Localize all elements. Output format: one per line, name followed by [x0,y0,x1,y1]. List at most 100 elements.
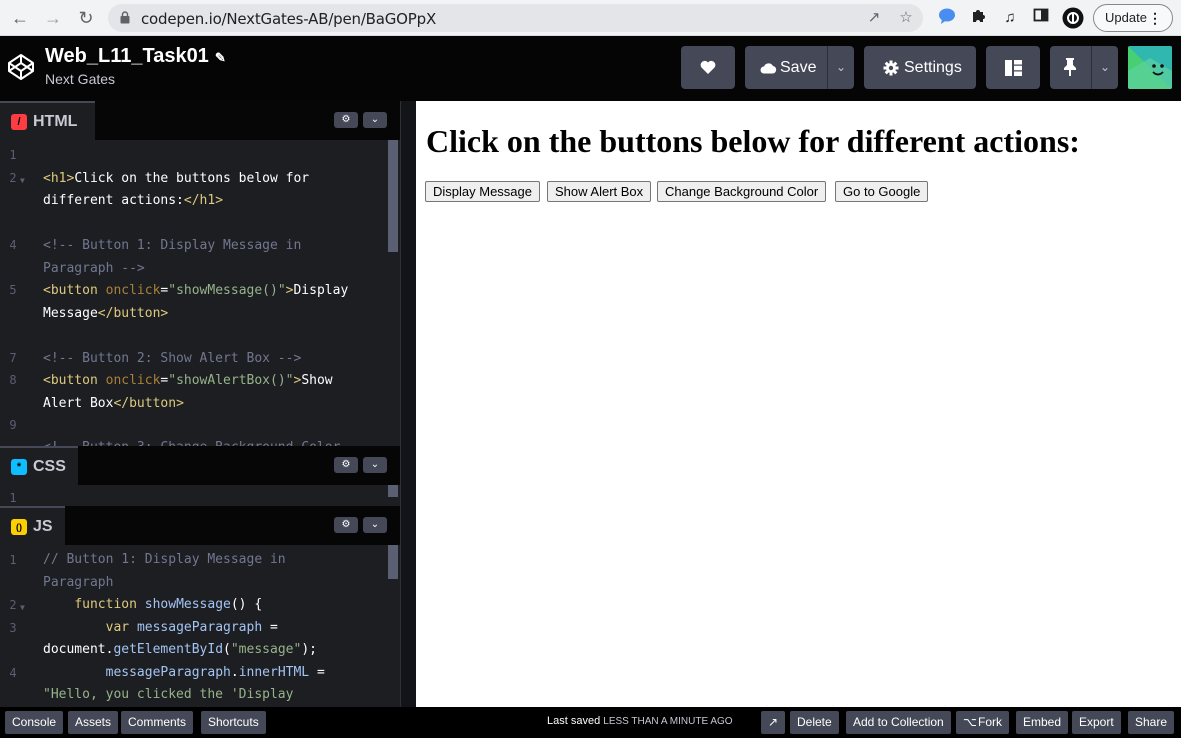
code-line: <!-- Button 3: Change Background Color [43,437,340,446]
css-settings-gear-icon[interactable]: ⚙ [334,457,358,473]
gear-icon [883,60,899,76]
change-background-color-button[interactable]: Change Background Color [657,181,827,202]
tab-html[interactable]: / HTML [0,101,95,140]
love-button[interactable] [681,46,735,89]
line-number: 4 [9,666,17,680]
line-number: 7 [9,351,17,365]
fold-arrow-icon[interactable]: ▼ [20,603,25,612]
js-collapse-chevron-icon[interactable]: ⌄ [363,517,387,533]
js-code-editor[interactable]: 1 2 3 4 ▼ // Button 1: Display Message i… [0,545,400,707]
comments-button[interactable]: Comments [121,711,194,734]
html-badge-icon: / [11,114,27,130]
update-button[interactable]: Update ⋮ [1093,4,1173,32]
css-collapse-chevron-icon[interactable]: ⌄ [363,457,387,473]
code-line: <!-- Button 1: Display Message in [43,238,302,253]
js-scrollbar[interactable] [388,545,398,579]
code-line: "Hello, you clicked the 'Display [43,687,294,702]
js-editor-header: () JS ⚙ ⌄ [0,506,400,545]
codepen-header: Web_L11_Task01 ✎ Next Gates Save ⌄ Settin… [0,36,1181,101]
address-bar[interactable]: codepen.io/NextGates-AB/pen/BaGOPpX ↗ ☆ [108,4,923,32]
reload-icon[interactable]: ↻ [74,7,98,29]
css-tab-label: CSS [33,458,66,475]
save-options-chevron-icon[interactable]: ⌄ [828,46,854,89]
html-code-editor[interactable]: 1 2 4 5 7 8 9 ▼ <h1>Click on the buttons… [0,140,400,446]
save-button[interactable]: Save [745,46,827,89]
html-scrollbar[interactable] [388,140,398,252]
shortcuts-button[interactable]: Shortcuts [201,711,266,734]
code-line: document.getElementById("message"); [43,642,317,657]
open-external-icon[interactable]: ↗ [761,711,785,734]
code-line: function showMessage() { [74,597,263,612]
edit-pencil-icon[interactable]: ✎ [215,50,226,65]
line-number: 9 [9,418,17,432]
delete-button[interactable]: Delete [790,711,839,734]
line-number: 3 [9,621,17,635]
css-editor-header: * CSS ⚙ ⌄ [0,446,400,485]
side-panel-icon[interactable] [1030,7,1052,29]
heart-icon [700,61,716,75]
css-scrollbar[interactable] [388,485,398,497]
cloud-icon [760,63,777,74]
fork-icon: ⌥ [963,715,977,729]
extension-chat-icon[interactable] [936,7,958,29]
browser-toolbar: ← → ↻ codepen.io/NextGates-AB/pen/BaGOPp… [0,0,1181,36]
go-to-google-button[interactable]: Go to Google [835,181,929,202]
last-saved-status: Last saved less than a minute ago [547,715,733,727]
fork-button[interactable]: ⌥ Fork [956,711,1009,734]
avatar-image-icon [1128,46,1172,89]
add-to-collection-button[interactable]: Add to Collection [846,711,951,734]
resize-divider[interactable] [400,101,416,707]
line-number: 1 [9,553,17,567]
extensions-puzzle-icon[interactable] [968,7,990,29]
user-avatar[interactable] [1128,46,1172,89]
code-line: <button onclick="showAlertBox()">Show [43,373,333,388]
html-settings-gear-icon[interactable]: ⚙ [334,112,358,128]
settings-button[interactable]: Settings [864,46,976,89]
pin-button-group: ⌄ [1050,46,1118,89]
html-collapse-chevron-icon[interactable]: ⌄ [363,112,387,128]
html-editor-header: / HTML ⚙ ⌄ [0,101,400,140]
code-line: Alert Box</button> [43,396,184,411]
pen-title[interactable]: Web_L11_Task01 ✎ [45,45,226,68]
codepen-logo-icon[interactable] [6,52,36,82]
change-view-button[interactable] [986,46,1040,89]
code-line: Paragraph --> [43,261,145,276]
share-button[interactable]: Share [1128,711,1175,734]
update-label: Update [1105,10,1147,25]
pen-owner[interactable]: Next Gates [45,71,115,87]
display-message-button[interactable]: Display Message [425,181,540,202]
code-line: <button onclick="showMessage()">Display [43,283,349,298]
show-alert-box-button[interactable]: Show Alert Box [547,181,652,202]
assets-button[interactable]: Assets [68,711,119,734]
media-playlist-icon[interactable]: ♫ [999,7,1021,29]
profile-avatar-icon[interactable] [1062,7,1084,29]
pen-title-text: Web_L11_Task01 [45,45,209,67]
code-line: // Button 1: Display Message in [43,552,286,567]
tab-js[interactable]: () JS [0,506,65,545]
fold-arrow-icon[interactable]: ▼ [20,176,25,185]
editors-panel: / HTML ⚙ ⌄ 1 2 4 5 7 8 9 ▼ <h1>Click on … [0,101,400,707]
pin-icon [1064,58,1076,76]
pin-button[interactable] [1050,46,1091,89]
css-code-editor[interactable]: 1 [0,485,400,506]
line-number: 1 [9,491,17,505]
code-line: messageParagraph.innerHTML = [105,665,325,680]
forward-icon[interactable]: → [41,7,65,29]
codepen-footer: Console Assets Comments Shortcuts Last s… [0,707,1181,738]
pin-options-chevron-icon[interactable]: ⌄ [1092,46,1118,89]
share-icon[interactable]: ↗ [864,8,884,28]
export-button[interactable]: Export [1072,711,1121,734]
more-vertical-icon: ⋮ [1148,10,1162,26]
js-settings-gear-icon[interactable]: ⚙ [334,517,358,533]
css-badge-icon: * [11,459,27,475]
save-button-group: Save ⌄ [745,46,854,89]
code-line: Message</button> [43,306,169,321]
embed-button[interactable]: Embed [1016,711,1069,734]
back-icon[interactable]: ← [8,7,32,29]
console-button[interactable]: Console [5,711,64,734]
bookmark-star-icon[interactable]: ☆ [896,8,916,28]
fork-label: Fork [978,715,1002,729]
code-line: var messageParagraph = [105,620,278,635]
tab-css[interactable]: * CSS [0,446,78,485]
js-badge-icon: () [11,519,27,535]
